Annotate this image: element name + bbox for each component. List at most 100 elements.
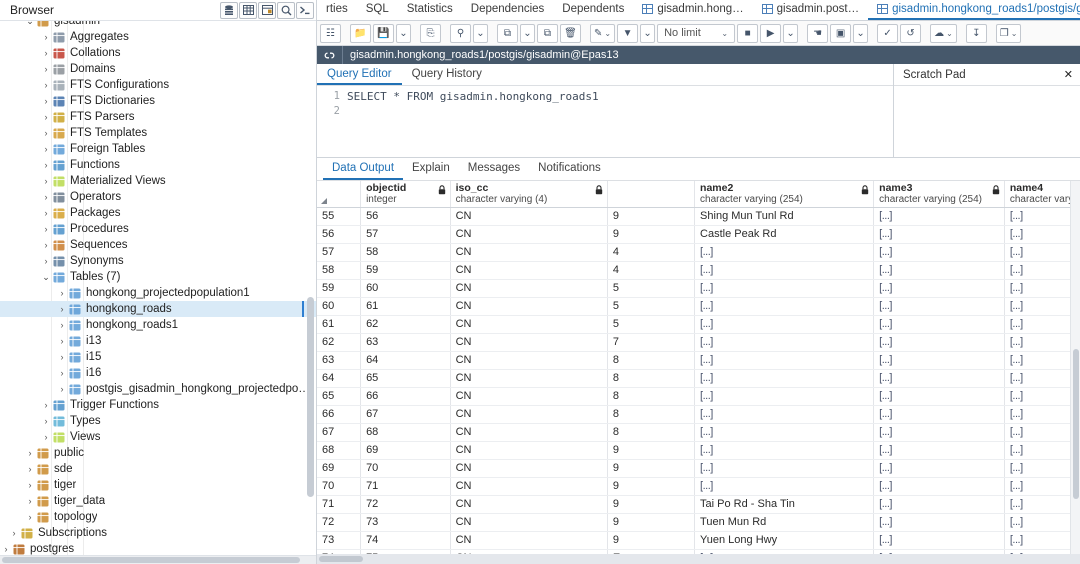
chevron-right-icon[interactable]: › <box>56 368 68 378</box>
cell-name3[interactable]: [...] <box>874 477 1005 495</box>
cell-iso_cc[interactable]: CN <box>450 243 607 261</box>
cell-name1[interactable]: 9 <box>607 225 694 243</box>
chevron-right-icon[interactable]: › <box>40 176 52 186</box>
chevron-right-icon[interactable]: › <box>40 96 52 106</box>
cell-name3[interactable]: [...] <box>874 495 1005 513</box>
scratch-pad-textarea[interactable] <box>894 86 1080 157</box>
chevron-right-icon[interactable]: › <box>40 240 52 250</box>
cell-objectid[interactable]: 68 <box>361 423 451 441</box>
tree-vertical-scrollbar[interactable] <box>307 47 314 522</box>
cell-name2[interactable]: [...] <box>695 261 874 279</box>
cell-name3[interactable]: [...] <box>874 279 1005 297</box>
chevron-right-icon[interactable]: › <box>56 288 68 298</box>
cell-name2[interactable]: [...] <box>695 315 874 333</box>
cell-name4[interactable]: [...] <box>1004 261 1080 279</box>
cell-name2[interactable]: [...] <box>695 369 874 387</box>
find-icon[interactable]: ⚲ <box>450 24 471 43</box>
object-tab-statistics[interactable]: Statistics <box>398 0 462 20</box>
cell-iso_cc[interactable]: CN <box>450 459 607 477</box>
panels-icon-caret[interactable]: ⌄ <box>1011 29 1018 38</box>
cell-name2[interactable]: [...] <box>695 297 874 315</box>
table-view-icon[interactable] <box>239 2 257 19</box>
cell-name1[interactable]: 7 <box>607 333 694 351</box>
cell-name4[interactable]: [...] <box>1004 495 1080 513</box>
tree-node-procedures[interactable]: ›Procedures <box>0 221 316 237</box>
editor-tab-query-history[interactable]: Query History <box>402 64 492 85</box>
find-dropdown-caret[interactable]: ⌄ <box>473 24 488 43</box>
table-row[interactable]: 6970CN9[...][...][...][...][...] <box>317 459 1080 477</box>
chevron-right-icon[interactable]: › <box>56 320 68 330</box>
cell-name4[interactable]: [...] <box>1004 225 1080 243</box>
cell-name4[interactable]: [...] <box>1004 513 1080 531</box>
cell-name3[interactable]: [...] <box>874 387 1005 405</box>
rollback-icon[interactable]: ↺ <box>900 24 921 43</box>
tree-node-views[interactable]: ›Views <box>0 429 316 445</box>
cell-name2[interactable]: [...] <box>695 423 874 441</box>
table-row[interactable]: 6465CN8[...][...][...][...]8 <box>317 369 1080 387</box>
object-tab-gisadmin-hongkong-roads1-postgis-gisadmin-epas13[interactable]: gisadmin.hongkong_roads1/postgis/gisadmi… <box>868 0 1080 20</box>
cell-name4[interactable]: [...] <box>1004 423 1080 441</box>
tree-node-sde[interactable]: ›sde <box>0 461 316 477</box>
copy-dropdown-caret[interactable]: ⌄ <box>520 24 535 43</box>
cell-objectid[interactable]: 73 <box>361 513 451 531</box>
grid-horizontal-scrollbar[interactable] <box>317 554 1080 564</box>
chevron-right-icon[interactable]: › <box>40 112 52 122</box>
cell-objectid[interactable]: 65 <box>361 369 451 387</box>
cell-objectid[interactable]: 66 <box>361 387 451 405</box>
cell-name2[interactable]: Castle Peak Rd <box>695 225 874 243</box>
table-row[interactable]: 6566CN8[...][...][...][...]8 <box>317 387 1080 405</box>
row-number[interactable]: 68 <box>317 441 361 459</box>
row-number[interactable]: 72 <box>317 513 361 531</box>
properties-icon[interactable] <box>258 2 276 19</box>
chevron-right-icon[interactable]: › <box>40 192 52 202</box>
output-tab-data-output[interactable]: Data Output <box>323 158 403 180</box>
filter-icon[interactable]: ▼ <box>617 24 638 43</box>
chevron-right-icon[interactable]: › <box>40 432 52 442</box>
cell-iso_cc[interactable]: CN <box>450 333 607 351</box>
column-header-name4[interactable]: name4character varying (254) <box>1004 181 1080 207</box>
cell-name2[interactable]: Tai Po Rd - Sha Tin <box>695 495 874 513</box>
cell-name4[interactable]: [...] <box>1004 243 1080 261</box>
cell-iso_cc[interactable]: CN <box>450 279 607 297</box>
cell-objectid[interactable]: 64 <box>361 351 451 369</box>
cell-iso_cc[interactable]: CN <box>450 513 607 531</box>
cell-name2[interactable]: Yuen Long Hwy <box>695 531 874 549</box>
cell-name3[interactable]: [...] <box>874 351 1005 369</box>
explain-dropdown-caret[interactable]: ⌄ <box>853 24 868 43</box>
delete-rows-icon[interactable]: 🗑 <box>560 24 581 43</box>
cell-iso_cc[interactable]: CN <box>450 477 607 495</box>
tree-node-domains[interactable]: ›Domains <box>0 61 316 77</box>
chevron-right-icon[interactable]: › <box>8 528 20 538</box>
cell-name4[interactable]: [...] <box>1004 405 1080 423</box>
explain-icon[interactable]: ☚ <box>807 24 828 43</box>
cell-name1[interactable]: 9 <box>607 459 694 477</box>
tree-node-topology[interactable]: ›topology <box>0 509 316 525</box>
table-row[interactable]: 5960CN5[...][...][...][...]5 <box>317 279 1080 297</box>
cell-iso_cc[interactable]: CN <box>450 225 607 243</box>
tree-node-packages[interactable]: ›Packages <box>0 205 316 221</box>
tree-node-fts-parsers[interactable]: ›FTS Parsers <box>0 109 316 125</box>
cell-name1[interactable]: 8 <box>607 423 694 441</box>
chevron-right-icon[interactable]: › <box>40 416 52 426</box>
cell-name2[interactable]: [...] <box>695 279 874 297</box>
macros-icon[interactable]: ☁⌄ <box>930 24 957 43</box>
chevron-right-icon[interactable]: › <box>40 208 52 218</box>
row-header-corner[interactable] <box>317 181 361 207</box>
folder-open-icon[interactable]: 📁 <box>350 24 371 43</box>
tree-node-hongkong-projectedpopulation1[interactable]: ›hongkong_projectedpopulation1 <box>0 285 316 301</box>
chevron-down-icon[interactable]: ⌄ <box>40 272 52 283</box>
row-number[interactable]: 57 <box>317 243 361 261</box>
table-row[interactable]: 6364CN8[...][...][...][...]8 <box>317 351 1080 369</box>
cell-objectid[interactable]: 58 <box>361 243 451 261</box>
table-row[interactable]: 6869CN9[...][...][...][...][...] <box>317 441 1080 459</box>
save-dropdown-caret[interactable]: ⌄ <box>396 24 411 43</box>
cell-name2[interactable]: [...] <box>695 351 874 369</box>
table-row[interactable]: 5657CN9Castle Peak Rd[...][...][...][...… <box>317 225 1080 243</box>
table-row[interactable]: 5556CN9Shing Mun Tunl Rd[...][...][...][… <box>317 207 1080 225</box>
close-icon[interactable]: ✕ <box>1064 68 1073 81</box>
cell-objectid[interactable]: 59 <box>361 261 451 279</box>
row-number[interactable]: 60 <box>317 297 361 315</box>
table-row[interactable]: 7374CN9Yuen Long Hwy[...][...][...][...] <box>317 531 1080 549</box>
download-csv-icon[interactable]: ↧ <box>966 24 987 43</box>
cell-name1[interactable]: 8 <box>607 369 694 387</box>
